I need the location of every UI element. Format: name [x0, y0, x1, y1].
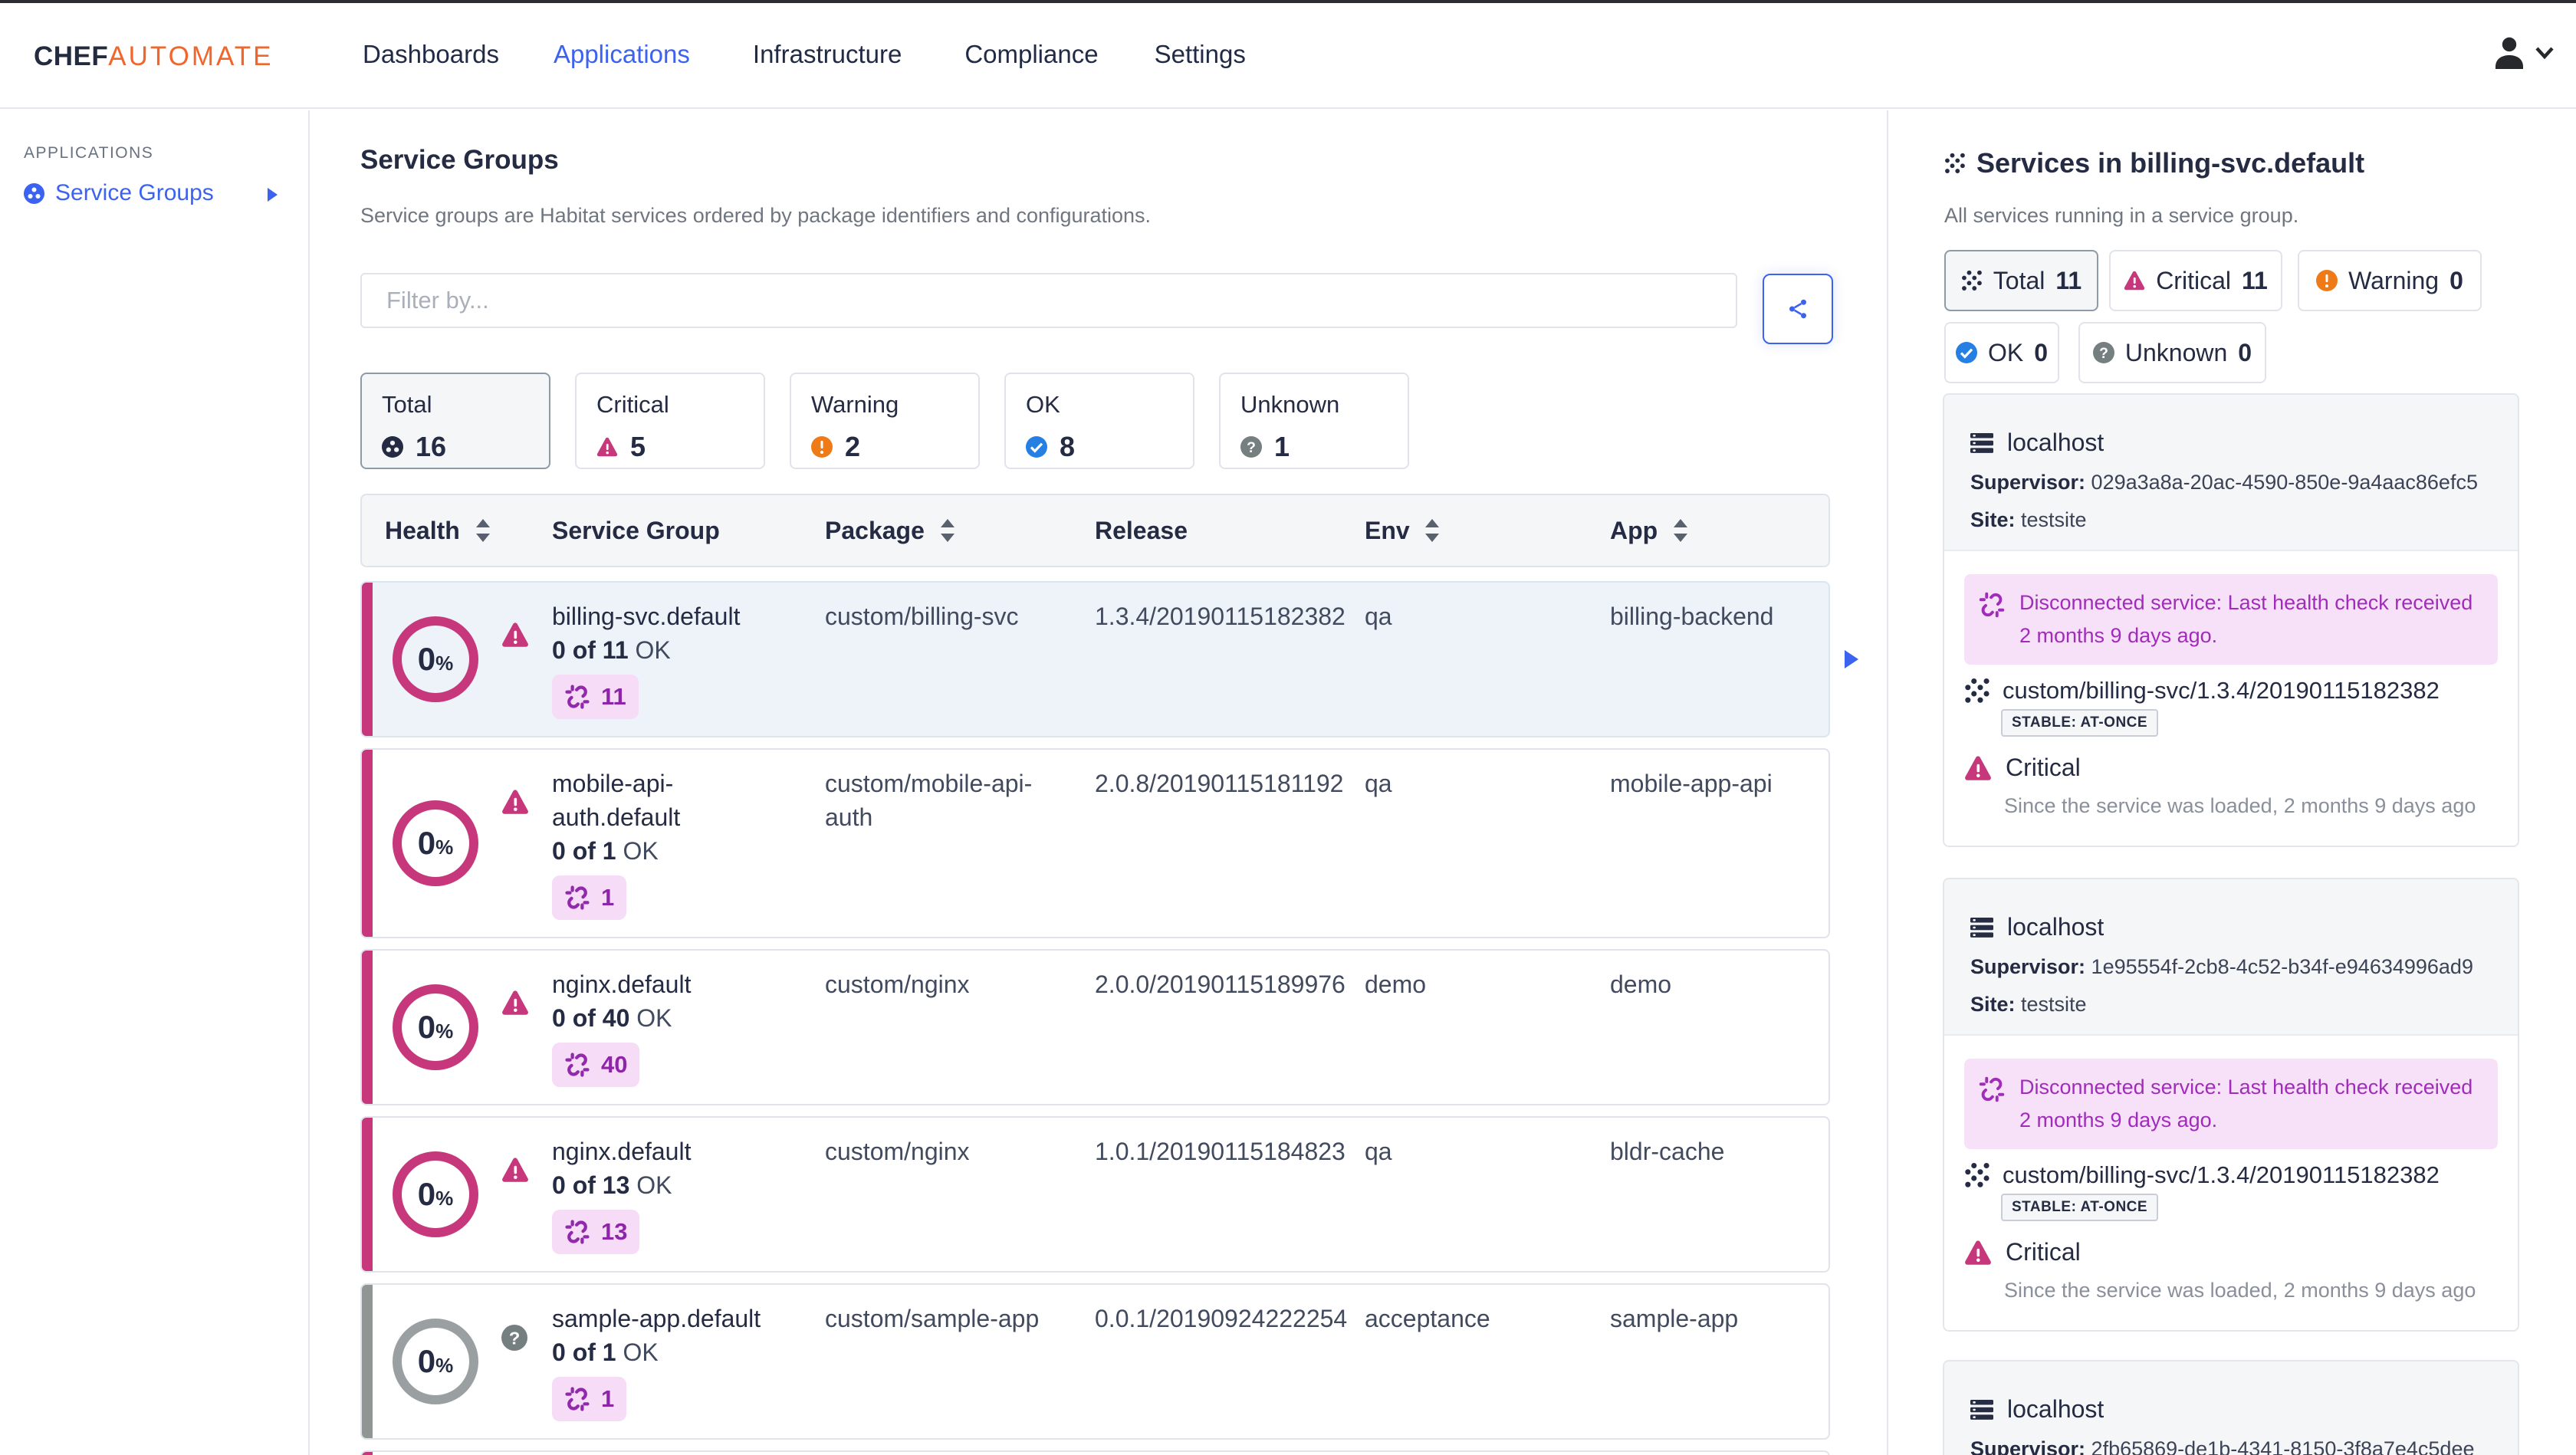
svg-text:?: ?: [2099, 345, 2108, 362]
svg-text:?: ?: [509, 1329, 520, 1348]
svg-text:?: ?: [1247, 439, 1256, 456]
